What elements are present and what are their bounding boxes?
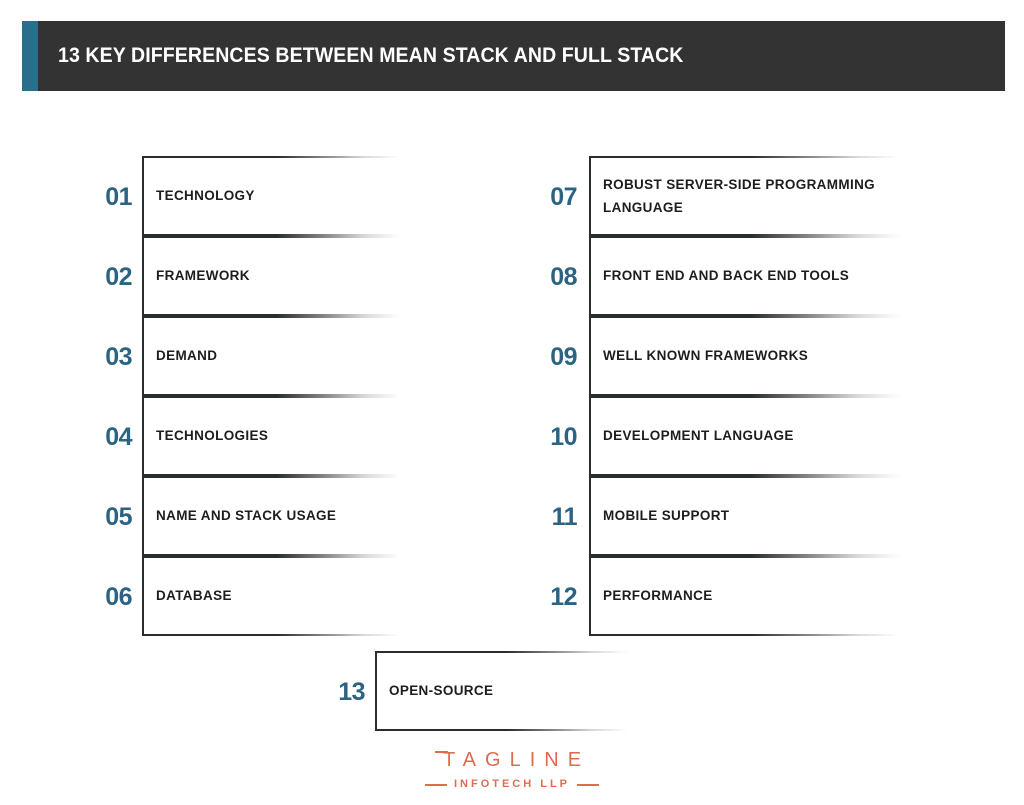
item-number: 13	[338, 678, 365, 706]
item-number: 09	[550, 343, 577, 371]
logo-wordmark-text: TAGLINE	[442, 749, 591, 771]
item-box[interactable]: ROBUST SERVER-SIDE PROGRAMMING LANGUAGE	[589, 156, 900, 236]
logo-subline: INFOTECH LLP	[0, 779, 1024, 790]
item-number: 03	[105, 343, 132, 371]
item-number: 10	[550, 423, 577, 451]
item-box[interactable]: DEVELOPMENT LANGUAGE	[589, 396, 900, 476]
item-number: 08	[550, 263, 577, 291]
item-box[interactable]: DEMAND	[142, 316, 400, 396]
logo-tee-bar-icon	[434, 751, 448, 753]
item-number: 12	[550, 583, 577, 611]
item-number: 11	[551, 503, 578, 531]
logo-rule-left-icon	[424, 783, 447, 786]
item-box[interactable]: MOBILE SUPPORT	[589, 476, 900, 556]
item-number: 06	[105, 583, 132, 611]
item-label: TECHNOLOGIES	[156, 428, 269, 444]
item-label: DEMAND	[156, 348, 218, 364]
item-number: 07	[550, 183, 577, 211]
item-label: MOBILE SUPPORT	[603, 508, 730, 524]
item-label: WELL KNOWN FRAMEWORKS	[603, 348, 809, 364]
item-label: DEVELOPMENT LANGUAGE	[603, 428, 794, 444]
item-label: DATABASE	[156, 588, 232, 604]
item-number: 04	[105, 423, 132, 451]
item-box[interactable]: OPEN-SOURCE	[375, 651, 628, 731]
page-title: 13 KEY DIFFERENCES BETWEEN MEAN STACK AN…	[58, 44, 684, 67]
logo-rule-right-icon	[577, 783, 600, 786]
header-accent-bar	[22, 21, 38, 91]
item-number: 01	[105, 183, 132, 211]
item-label: TECHNOLOGY	[156, 188, 255, 204]
item-label: NAME AND STACK USAGE	[156, 508, 337, 524]
item-box[interactable]: FRAMEWORK	[142, 236, 400, 316]
item-label: OPEN-SOURCE	[389, 683, 494, 699]
item-box[interactable]: FRONT END AND BACK END TOOLS	[589, 236, 900, 316]
logo-wordmark: TAGLINE	[434, 750, 590, 770]
item-box[interactable]: TECHNOLOGY	[142, 156, 400, 236]
item-box[interactable]: WELL KNOWN FRAMEWORKS	[589, 316, 900, 396]
item-label: FRAMEWORK	[156, 268, 250, 284]
header-banner: 13 KEY DIFFERENCES BETWEEN MEAN STACK AN…	[22, 21, 1005, 91]
item-number: 02	[105, 263, 132, 291]
item-box[interactable]: DATABASE	[142, 556, 400, 636]
item-label: FRONT END AND BACK END TOOLS	[603, 268, 850, 284]
item-number: 05	[105, 503, 132, 531]
item-box[interactable]: PERFORMANCE	[589, 556, 900, 636]
footer-logo: TAGLINE INFOTECH LLP	[0, 750, 1024, 790]
item-label: PERFORMANCE	[603, 588, 713, 604]
logo-subline-text: INFOTECH LLP	[453, 778, 571, 790]
item-box[interactable]: TECHNOLOGIES	[142, 396, 400, 476]
item-box[interactable]: NAME AND STACK USAGE	[142, 476, 400, 556]
item-label: ROBUST SERVER-SIDE PROGRAMMING LANGUAGE	[603, 176, 876, 215]
